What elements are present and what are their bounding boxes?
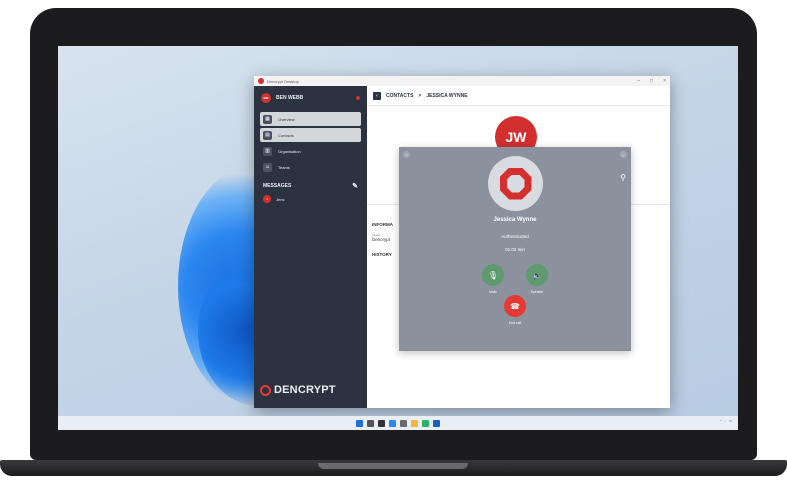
widgets-icon[interactable]	[389, 419, 396, 427]
close-icon[interactable]: ×	[403, 151, 410, 158]
laptop-notch	[318, 463, 468, 469]
add-person-icon[interactable]: ⚲	[620, 173, 626, 182]
user-header[interactable]: BW BEN WEBB	[254, 86, 367, 110]
caller-name: Jessica Wynne	[493, 217, 537, 223]
sidebar-item-label: Teams	[278, 164, 290, 170]
sidebar: BW BEN WEBB ▦ Overview ▤ Contacts ▥ Orga…	[254, 86, 367, 408]
info-value: Dencrypt	[372, 237, 391, 242]
minimize-icon[interactable]: –	[637, 78, 640, 84]
history-header: HISTORY	[372, 252, 392, 257]
mute-label: Mute	[489, 290, 497, 294]
end-call-button[interactable]: ☎	[504, 295, 526, 317]
store-icon[interactable]	[433, 419, 440, 427]
microphone-icon: 🎙	[487, 270, 499, 280]
info-header: INFORMA	[372, 222, 393, 227]
taskbar: ^ ◌ ▭	[58, 416, 738, 430]
start-icon[interactable]	[356, 419, 363, 427]
sidebar-item-contacts[interactable]: ▤ Contacts	[260, 128, 361, 142]
organisation-icon: ▥	[263, 146, 272, 156]
dencrypt-logo-icon	[488, 156, 543, 211]
edge-icon[interactable]	[422, 419, 429, 427]
speaker-label: Speaker	[530, 290, 544, 294]
task-view-icon[interactable]	[378, 419, 385, 427]
call-panel: × – ⚲ Jessica Wynne Authenticated 01:02 …	[399, 147, 631, 351]
avatar: BW	[261, 93, 271, 103]
brand-logo: DENCRYPT	[260, 384, 336, 396]
window-controls: – □ ×	[637, 78, 666, 84]
breadcrumb-separator: >	[418, 92, 422, 99]
info-section: INFORMA Intake Dencrypt HISTORY	[372, 222, 393, 257]
close-icon[interactable]: ×	[663, 78, 666, 84]
sidebar-item-label: Organisation	[278, 148, 301, 154]
contacts-icon: ▤	[263, 130, 272, 140]
maximize-icon[interactable]: □	[650, 78, 653, 84]
call-duration: 01:02 min	[505, 247, 525, 252]
chevron-up-icon[interactable]: ^	[720, 419, 721, 423]
wifi-icon[interactable]: ◌	[724, 419, 726, 423]
sidebar-item-teams[interactable]: ☺ Teams	[260, 160, 361, 174]
messages-header: MESSAGES ✎	[254, 180, 367, 192]
breadcrumb-root[interactable]: CONTACTS	[386, 93, 413, 99]
end-call-label: End call	[508, 321, 522, 325]
breadcrumb-current: JESSICA WYNNE	[426, 92, 468, 99]
laptop-frame: Dencrypt Desktop – □ × BW BEN WEBB ▦ Ove…	[0, 0, 787, 484]
app-logo-icon	[258, 78, 264, 84]
user-name: BEN WEBB	[276, 95, 304, 101]
message-item[interactable]: J Jens	[254, 192, 367, 206]
battery-icon[interactable]: ▭	[729, 419, 732, 423]
brand-text: DENCRYPT	[274, 384, 336, 396]
status-dot-icon	[356, 96, 360, 100]
avatar: J	[263, 195, 271, 203]
breadcrumb: ‹ CONTACTS > JESSICA WYNNE	[367, 86, 670, 106]
brand-ring-icon	[260, 384, 271, 396]
speaker-icon: 🔈	[532, 270, 542, 280]
sidebar-item-overview[interactable]: ▦ Overview	[260, 112, 361, 126]
window-title: Dencrypt Desktop	[267, 78, 299, 84]
speaker-button[interactable]: 🔈	[526, 264, 548, 286]
mute-button[interactable]: 🎙	[482, 264, 504, 286]
sidebar-item-label: Overview	[278, 116, 295, 122]
compose-icon[interactable]: ✎	[352, 182, 358, 190]
sidebar-item-label: Contacts	[278, 132, 294, 138]
teams-icon: ☺	[263, 162, 272, 172]
search-icon[interactable]	[367, 419, 374, 427]
system-tray: ^ ◌ ▭	[720, 419, 732, 423]
message-label: Jens	[276, 196, 285, 202]
file-explorer-icon[interactable]	[411, 419, 418, 427]
sidebar-item-organisation[interactable]: ▥ Organisation	[260, 144, 361, 158]
window-titlebar: Dencrypt Desktop – □ ×	[254, 76, 670, 86]
chat-icon[interactable]	[400, 419, 407, 427]
hangup-icon: ☎	[510, 301, 520, 311]
desktop-screen: Dencrypt Desktop – □ × BW BEN WEBB ▦ Ove…	[58, 46, 738, 430]
minimize-icon[interactable]: –	[620, 151, 627, 158]
overview-icon: ▦	[263, 114, 272, 124]
back-icon[interactable]: ‹	[373, 91, 381, 100]
messages-title: MESSAGES	[263, 183, 292, 189]
auth-status: Authenticated	[501, 234, 529, 239]
